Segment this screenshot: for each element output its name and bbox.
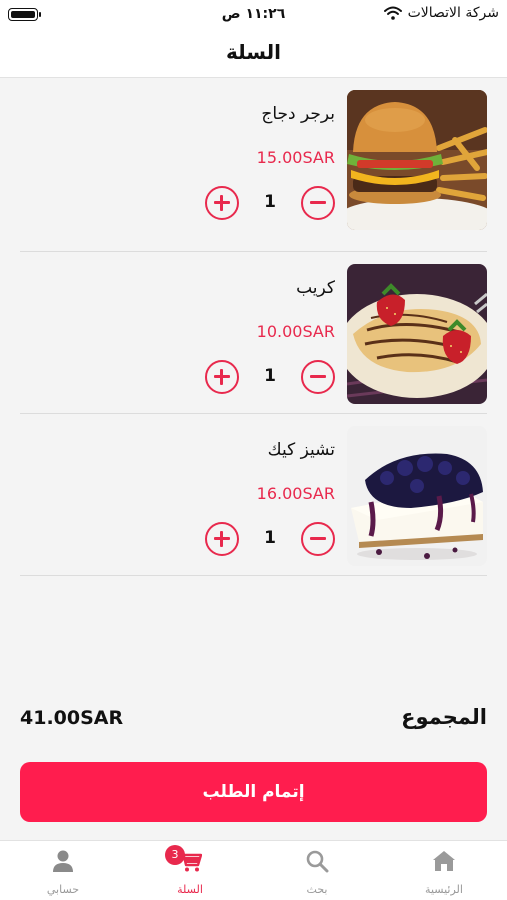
decrease-quantity-button[interactable]: [301, 522, 335, 556]
status-bar: ١١:٢٦ ص شركة الاتصالات: [0, 0, 507, 30]
user-icon: [53, 850, 73, 872]
item-price: 10.00SAR: [256, 322, 335, 341]
burger-image: [347, 90, 487, 230]
checkout-button[interactable]: إتمام الطلب: [20, 762, 487, 822]
increase-quantity-button[interactable]: [205, 522, 239, 556]
increase-quantity-button[interactable]: [205, 186, 239, 220]
nav-item-account[interactable]: حسابي: [0, 841, 126, 900]
item-name: كريب: [296, 278, 335, 298]
item-price: 16.00SAR: [256, 484, 335, 503]
nav-label: بحث: [306, 883, 328, 896]
nav-label: الرئيسية: [425, 883, 463, 896]
status-carrier: شركة الاتصالات: [383, 5, 499, 21]
item-name: تشيز كيك: [267, 440, 335, 460]
nav-item-search[interactable]: بحث: [254, 841, 380, 900]
quantity-stepper: 1: [205, 360, 335, 394]
total-row: المجموع 41.00SAR: [20, 703, 487, 739]
carrier-name: شركة الاتصالات: [407, 5, 499, 21]
bottom-nav: الرئيسية بحث 3 السلة حسابي: [0, 840, 507, 900]
total-value: 41.00SAR: [20, 707, 124, 729]
cheesecake-image: [347, 426, 487, 566]
page-title: السلة: [225, 40, 281, 64]
cart-item: برجر دجاج 15.00SAR 1: [20, 90, 487, 252]
cart-item: كريب 10.00SAR 1: [20, 252, 487, 414]
nav-label: السلة: [177, 883, 203, 896]
nav-label: حسابي: [46, 883, 80, 896]
nav-item-cart[interactable]: 3 السلة: [127, 841, 253, 900]
increase-quantity-button[interactable]: [205, 360, 239, 394]
cart-item: تشيز كيك 16.00SAR 1: [20, 414, 487, 576]
quantity-stepper: 1: [205, 186, 335, 220]
decrease-quantity-button[interactable]: [301, 186, 335, 220]
crepe-image: [347, 264, 487, 404]
header: السلة: [0, 30, 507, 78]
nav-item-home[interactable]: الرئيسية: [381, 841, 507, 900]
quantity-value: 1: [264, 366, 276, 386]
home-icon: [433, 851, 455, 871]
wifi-icon: [383, 6, 402, 20]
cart-list: برجر دجاج 15.00SAR 1 كريب 10.00SAR 1 تشي…: [20, 90, 487, 576]
quantity-stepper: 1: [205, 522, 335, 556]
cart-count-badge: 3: [165, 845, 185, 865]
total-label: المجموع: [401, 705, 487, 729]
quantity-value: 1: [264, 192, 276, 212]
search-icon: [306, 850, 329, 873]
item-name: برجر دجاج: [261, 104, 335, 124]
quantity-value: 1: [264, 528, 276, 548]
decrease-quantity-button[interactable]: [301, 360, 335, 394]
item-price: 15.00SAR: [256, 148, 335, 167]
